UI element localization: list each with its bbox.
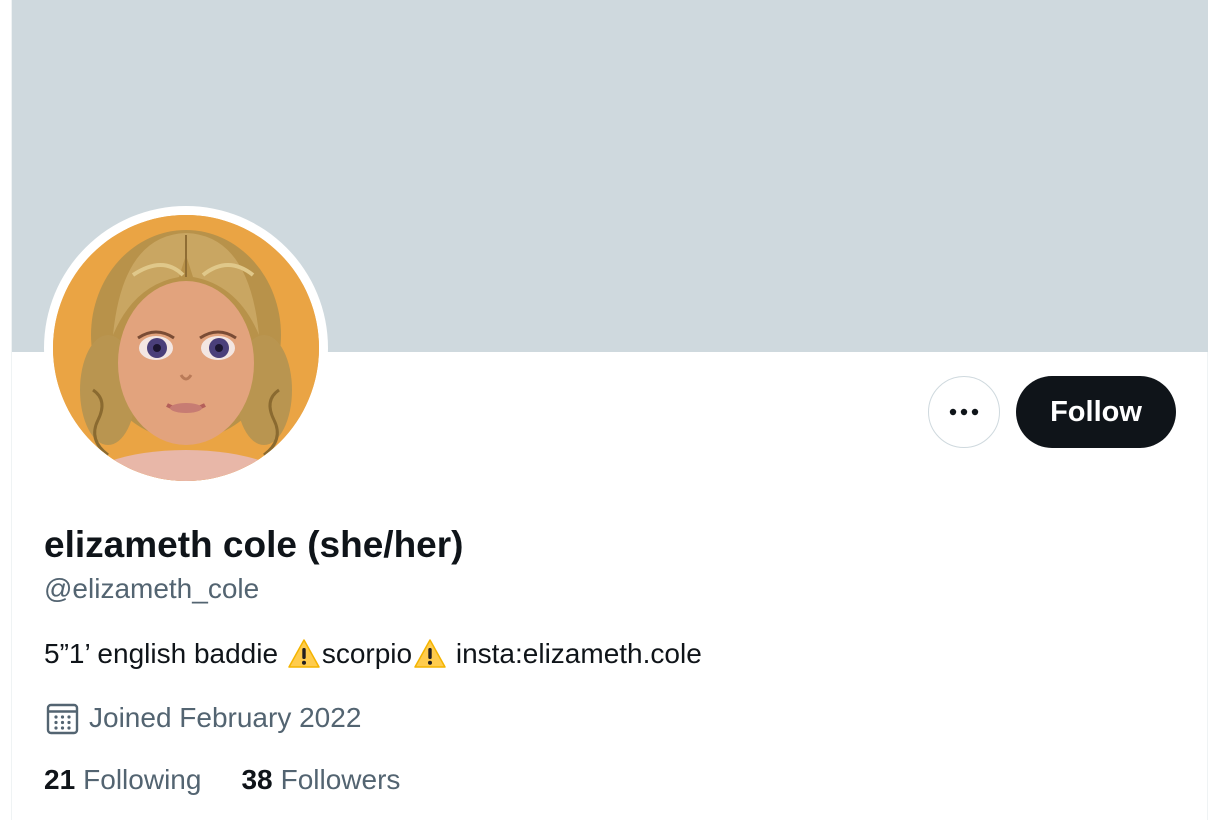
join-date: Joined February 2022 — [46, 700, 361, 736]
warning-emoji-icon — [414, 639, 446, 668]
calendar-icon — [46, 703, 79, 734]
follow-stats: 21 Following 38 Followers — [44, 762, 400, 798]
profile-avatar[interactable] — [53, 215, 319, 481]
following-count: 21 — [44, 764, 76, 795]
avatar-image — [53, 215, 319, 481]
followers-link[interactable]: 38 Followers — [241, 764, 400, 796]
more-horizontal-icon — [949, 408, 979, 416]
bio-text-1: 5”1’ english baddie — [44, 638, 279, 669]
followers-count: 38 — [241, 764, 273, 795]
bio-text-2: scorpio — [321, 638, 413, 669]
join-date-text: Joined February 2022 — [89, 702, 362, 733]
bio-text-3: insta:elizameth.cole — [455, 638, 702, 669]
following-link[interactable]: 21 Following — [44, 764, 201, 796]
follow-button[interactable]: Follow — [1016, 376, 1176, 448]
following-label: Following — [83, 764, 202, 795]
profile-bio: 5”1’ english baddie scorpio insta:elizam… — [44, 636, 702, 672]
more-options-button[interactable] — [928, 376, 1000, 448]
user-handle: @elizameth_cole — [44, 573, 260, 604]
warning-emoji-icon — [288, 639, 320, 668]
display-name: elizameth cole (she/her) — [44, 524, 464, 565]
followers-label: Followers — [280, 764, 401, 795]
